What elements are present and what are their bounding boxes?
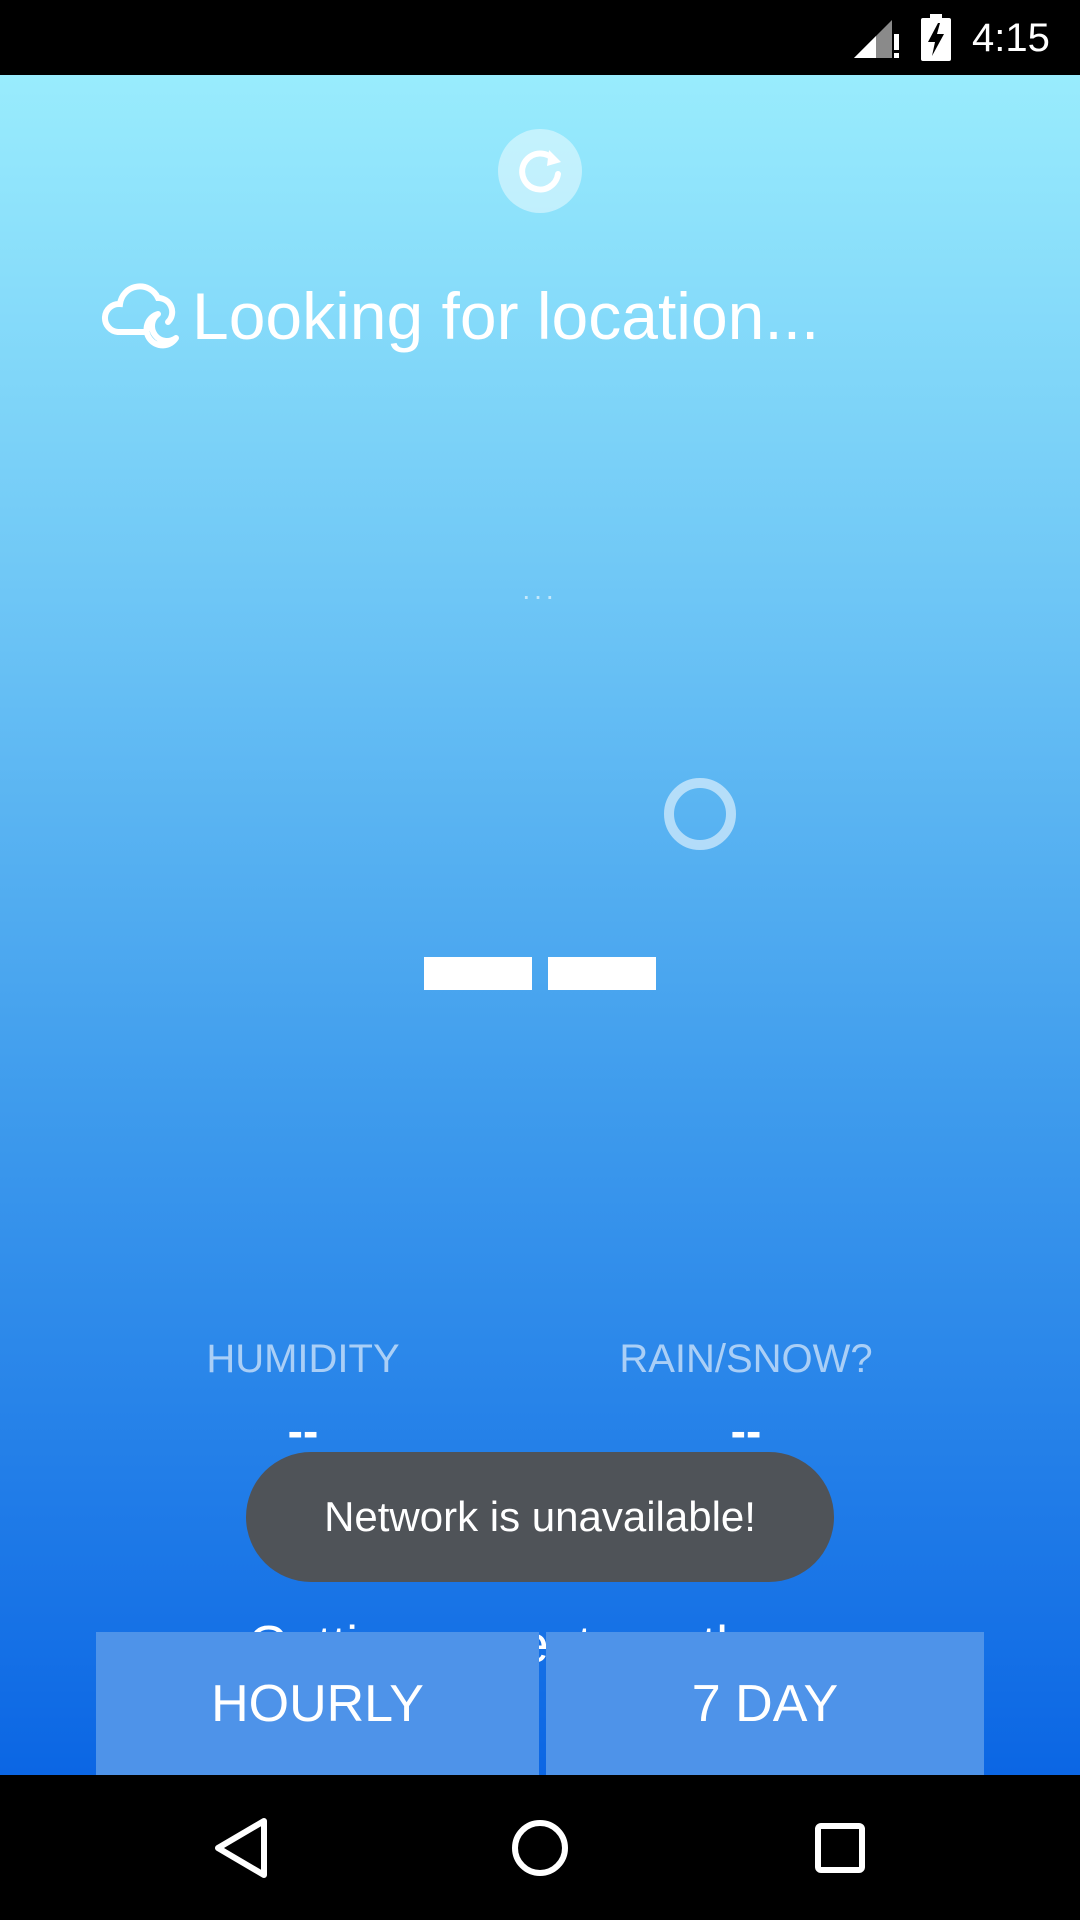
cell-signal-no-data-icon	[854, 20, 899, 58]
status-bar: 4:15	[0, 0, 1080, 75]
refresh-button[interactable]	[498, 129, 582, 213]
home-icon[interactable]	[505, 1813, 575, 1883]
location-row: Looking for location...	[96, 271, 819, 361]
seven-day-button[interactable]: 7 DAY	[546, 1632, 984, 1775]
humidity-label: HUMIDITY	[206, 1337, 400, 1381]
temperature-dashes	[0, 957, 1080, 990]
back-icon[interactable]	[206, 1813, 276, 1883]
location-label: Looking for location...	[192, 279, 820, 353]
degree-icon	[664, 778, 736, 850]
hourly-button[interactable]: HOURLY	[96, 1632, 539, 1775]
time-label: ...	[522, 574, 558, 605]
toast-message: Network is unavailable!	[246, 1452, 834, 1582]
cloud-moon-icon	[101, 283, 179, 349]
temperature-dash	[548, 957, 656, 990]
temperature-dash	[424, 957, 532, 990]
refresh-icon	[519, 150, 561, 193]
battery-charging-icon	[921, 14, 951, 61]
weather-screen: Looking for location... ... -- HUMIDITY …	[0, 75, 1080, 1775]
recents-icon[interactable]	[805, 1813, 875, 1883]
precip-stat: RAIN/SNOW? --	[536, 1335, 956, 1461]
humidity-stat: HUMIDITY --	[93, 1335, 513, 1461]
precip-label: RAIN/SNOW?	[619, 1337, 873, 1381]
status-time: 4:15	[972, 16, 1050, 60]
navigation-bar	[0, 1775, 1080, 1920]
